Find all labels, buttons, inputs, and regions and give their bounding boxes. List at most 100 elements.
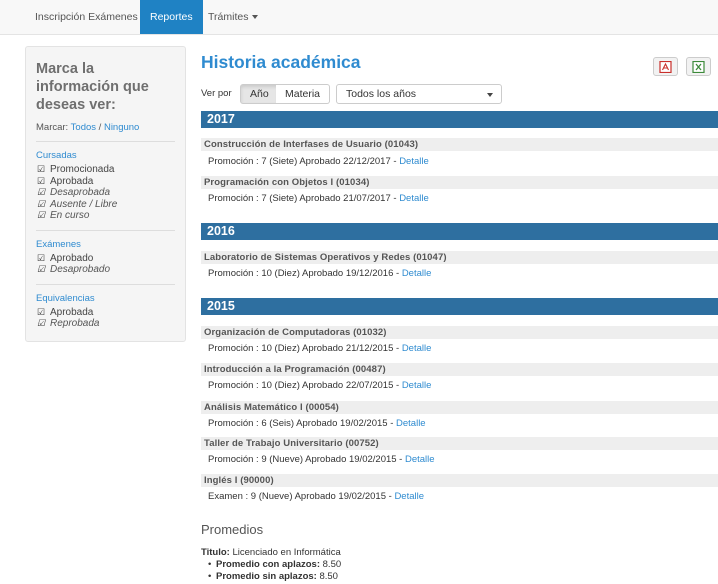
subject-title: Análisis Matemático I (00054) <box>201 401 718 414</box>
group-title-cursadas: Cursadas <box>36 150 77 161</box>
checkbox-label: Promocionada <box>50 164 115 175</box>
detail-text: Promoción : 10 (Diez) Aprobado 21/12/201… <box>208 343 402 354</box>
checkbox-checked-icon: ☑ <box>37 198 46 209</box>
degree-title-value: Licenciado en Informática <box>232 547 341 558</box>
checkbox-label: En curso <box>50 210 90 221</box>
filter-sidebar: Marca la información que deseas ver: Mar… <box>25 46 186 342</box>
detail-text: Promoción : 10 (Diez) Aprobado 22/07/201… <box>208 380 402 391</box>
divider <box>36 283 175 285</box>
checkbox-label: Aprobado <box>50 252 94 264</box>
chevron-down-icon <box>252 15 259 20</box>
subject-title: Laboratorio de Sistemas Operativos y Red… <box>201 251 718 264</box>
subject-title: Taller de Trabajo Universitario (00752) <box>201 437 718 450</box>
year-filter-select[interactable]: Todos los años <box>336 84 502 104</box>
subject-title: Programación con Objetos I (01034) <box>201 176 718 189</box>
ver-por-label: Ver por <box>201 88 232 99</box>
year-header-2015: 2015 <box>201 298 718 315</box>
tab-inscripcion-examenes[interactable]: Inscripción Exámenes <box>25 0 148 34</box>
top-navbar: Inscripción Exámenes Reportes Trámites <box>0 0 718 35</box>
divider <box>36 229 175 231</box>
promedios-heading: Promedios <box>201 522 264 537</box>
detail-text: Examen : 9 (Nueve) Aprobado 19/02/2015 - <box>208 491 395 502</box>
degree-title-row: Titulo: Licenciado en Informática <box>201 547 341 558</box>
separator: / <box>98 122 102 133</box>
subject-detail: Promoción : 6 (Seis) Aprobado 19/02/2015… <box>208 418 426 430</box>
subject-title: Organización de Computadoras (01032) <box>201 326 718 339</box>
subject-detail: Promoción : 7 (Siete) Aprobado 21/07/201… <box>208 193 429 205</box>
select-all-link[interactable]: Todos <box>71 122 96 133</box>
subject-detail: Promoción : 9 (Nueve) Aprobado 19/02/201… <box>208 454 435 466</box>
tab-tramites-dropdown[interactable]: Trámites <box>198 0 268 34</box>
page-title: Historia académica <box>201 52 361 72</box>
detail-link[interactable]: Detalle <box>402 268 432 279</box>
checkbox-aprobada[interactable]: ☑ Aprobada <box>36 176 175 188</box>
subject-detail: Promoción : 10 (Diez) Aprobado 19/12/201… <box>208 268 431 280</box>
detail-link[interactable]: Detalle <box>402 380 432 391</box>
detail-text: Promoción : 7 (Siete) Aprobado 21/07/201… <box>208 193 400 204</box>
detail-text: Promoción : 7 (Siete) Aprobado 22/12/201… <box>208 156 400 167</box>
view-by-year-button[interactable]: Año <box>240 84 279 104</box>
excel-icon <box>692 60 705 73</box>
checkbox-checked-icon: ☑ <box>37 210 46 220</box>
average-with-fails: • Promedio con aplazos: 8.50 <box>208 559 341 570</box>
checkbox-label: Desaprobada <box>50 187 111 198</box>
checkbox-ausente-libre[interactable]: ☑ Ausente / Libre <box>36 199 175 211</box>
view-by-subject-button[interactable]: Materia <box>276 84 331 104</box>
checkbox-desaprobada[interactable]: ☑ Desaprobada <box>36 187 175 199</box>
detail-link[interactable]: Detalle <box>396 418 426 429</box>
subject-detail: Examen : 9 (Nueve) Aprobado 19/02/2015 -… <box>208 491 424 503</box>
checkbox-label: Ausente / Libre <box>50 198 118 210</box>
average-label: Promedio sin aplazos: <box>216 571 317 582</box>
tab-label: Inscripción Exámenes <box>35 11 138 23</box>
checkbox-label: Aprobada <box>50 306 94 318</box>
sidebar-title: Marca la información que deseas ver: <box>36 61 149 113</box>
detail-text: Promoción : 9 (Nueve) Aprobado 19/02/201… <box>208 454 405 465</box>
subject-detail: Promoción : 10 (Diez) Aprobado 21/12/201… <box>208 343 431 355</box>
select-none-link[interactable]: Ninguno <box>104 122 139 133</box>
average-without-fails: • Promedio sin aplazos: 8.50 <box>208 571 338 582</box>
checkbox-checked-icon: ☑ <box>37 252 46 263</box>
average-value: 8.50 <box>319 571 338 582</box>
checkbox-label: Reprobada <box>50 318 100 329</box>
year-header-2017: 2017 <box>201 111 718 128</box>
checkbox-desaprobado[interactable]: ☑ Desaprobado <box>36 264 175 276</box>
detail-text: Promoción : 6 (Seis) Aprobado 19/02/2015… <box>208 418 397 429</box>
subject-title: Construcción de Interfases de Usuario (0… <box>201 138 718 151</box>
chevron-down-icon <box>487 93 493 97</box>
detail-text: Promoción : 10 (Diez) Aprobado 19/12/201… <box>208 268 402 279</box>
marcar-label: Marcar: <box>36 122 69 133</box>
subject-title: Introducción a la Programación (00487) <box>201 363 718 376</box>
bullet-icon: • <box>208 571 212 582</box>
tab-label: Trámites <box>208 11 249 23</box>
checkbox-checked-icon: ☑ <box>37 187 46 197</box>
average-label: Promedio con aplazos: <box>216 559 320 570</box>
group-title-examenes: Exámenes <box>36 238 81 250</box>
checkbox-equiv-aprobada[interactable]: ☑ Aprobada <box>36 307 175 319</box>
detail-link[interactable]: Detalle <box>399 193 429 204</box>
checkbox-checked-icon: ☑ <box>37 306 46 317</box>
degree-title-label: Titulo: <box>201 547 230 558</box>
subject-detail: Promoción : 10 (Diez) Aprobado 22/07/201… <box>208 380 431 392</box>
detail-link[interactable]: Detalle <box>405 454 435 465</box>
average-value: 8.50 <box>322 559 342 570</box>
checkbox-checked-icon: ☑ <box>37 164 46 174</box>
pdf-icon <box>659 60 672 73</box>
checkbox-aprobado[interactable]: ☑ Aprobado <box>36 253 175 265</box>
checkbox-equiv-reprobada[interactable]: ☑ Reprobada <box>36 318 175 330</box>
export-pdf-button[interactable] <box>653 57 678 76</box>
export-excel-button[interactable] <box>686 57 711 76</box>
checkbox-en-curso[interactable]: ☑ En curso <box>36 210 175 222</box>
year-header-2016: 2016 <box>201 223 718 240</box>
detail-link[interactable]: Detalle <box>399 156 429 167</box>
marcar-row: Marcar: Todos / Ninguno <box>36 122 175 133</box>
detail-link[interactable]: Detalle <box>394 491 424 502</box>
checkbox-promocionada[interactable]: ☑ Promocionada <box>36 164 175 176</box>
tab-label: Reportes <box>150 11 193 23</box>
tab-reportes[interactable]: Reportes <box>140 0 203 34</box>
checkbox-label: Desaprobado <box>50 264 111 275</box>
detail-link[interactable]: Detalle <box>402 343 432 354</box>
checkbox-label: Aprobada <box>50 175 94 187</box>
checkbox-checked-icon: ☑ <box>37 318 46 328</box>
bullet-icon: • <box>208 559 212 570</box>
checkbox-checked-icon: ☑ <box>37 175 46 186</box>
